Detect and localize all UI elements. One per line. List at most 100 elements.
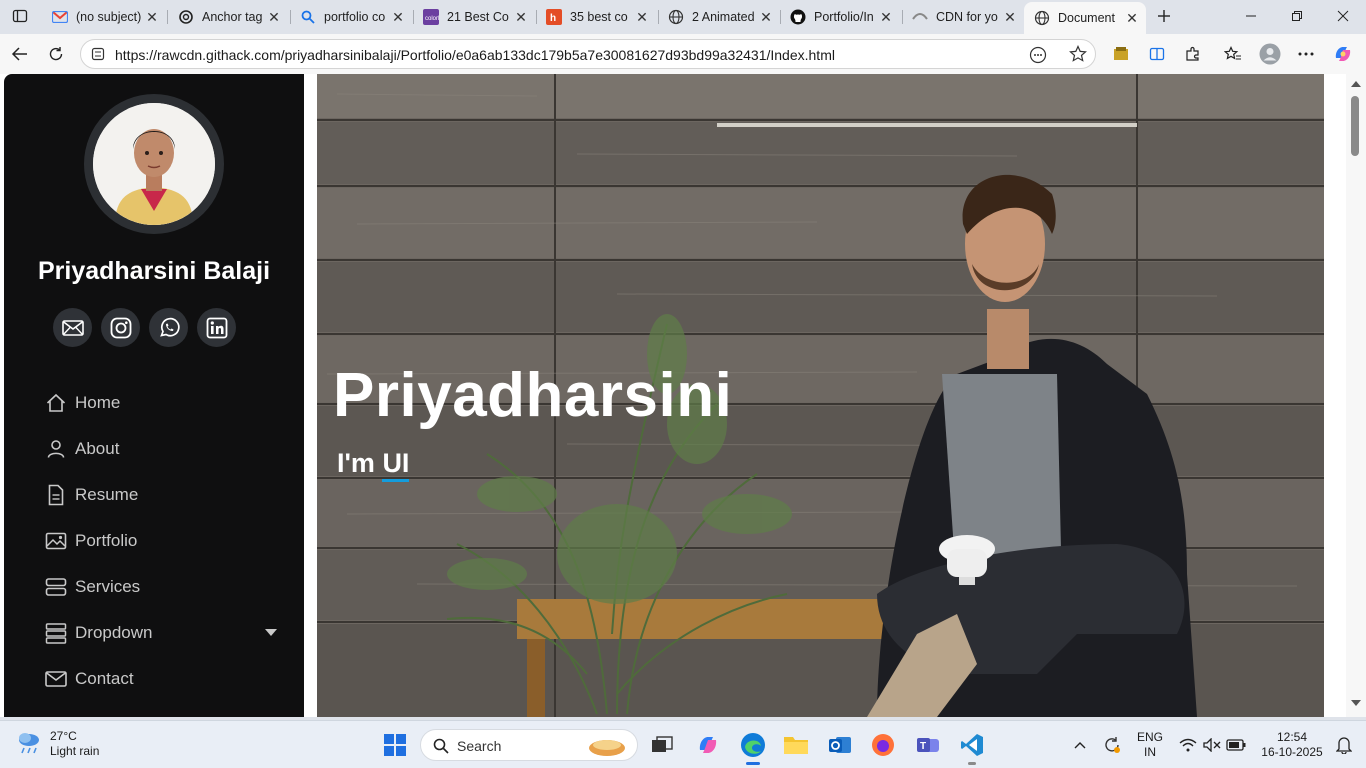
tab-anchor[interactable]: Anchor tag ✕ xyxy=(168,4,288,30)
nav-item-services[interactable]: Services xyxy=(44,564,294,610)
profile-avatar-icon[interactable] xyxy=(1256,42,1284,66)
split-screen-icon[interactable] xyxy=(1143,42,1171,66)
house-icon xyxy=(44,391,68,415)
nav-label: Resume xyxy=(75,485,139,504)
search-icon xyxy=(433,738,449,754)
close-tab-icon[interactable]: ✕ xyxy=(264,9,284,26)
close-tab-icon[interactable]: ✕ xyxy=(1000,9,1020,26)
copilot-taskbar-button[interactable] xyxy=(692,729,724,761)
restore-button[interactable] xyxy=(1274,0,1320,32)
teams-button[interactable]: T xyxy=(912,729,944,761)
tab-cdn[interactable]: CDN for yo ✕ xyxy=(902,4,1024,30)
address-bar[interactable]: https://rawcdn.githack.com/priyadharsini… xyxy=(80,39,1096,69)
whatsapp-link-button[interactable] xyxy=(149,308,188,347)
immersive-reader-icon[interactable] xyxy=(1029,46,1047,69)
tab-colorlib[interactable]: colorlib 21 Best Co ✕ xyxy=(413,4,535,30)
close-tab-icon[interactable]: ✕ xyxy=(511,9,531,26)
firefox-icon xyxy=(872,734,894,756)
tray-overflow-button[interactable] xyxy=(1064,729,1096,761)
linkedin-icon xyxy=(206,317,227,338)
sync-icon xyxy=(1105,737,1120,753)
nav-item-contact[interactable]: Contact xyxy=(44,656,294,702)
html5-icon: h xyxy=(546,9,562,25)
tab-github[interactable]: Portfolio/In ✕ xyxy=(780,4,900,30)
windows-taskbar: 27°C Light rain Search T ENG IN 12:54 16… xyxy=(0,720,1366,768)
svg-text:colorlib: colorlib xyxy=(425,16,439,22)
nav-item-dropdown[interactable]: Dropdown xyxy=(44,610,294,656)
tab-document[interactable]: Document ✕ xyxy=(1024,2,1146,34)
colorlib-icon: colorlib xyxy=(423,9,439,25)
email-link-button[interactable] xyxy=(53,308,92,347)
page-viewport: Priyadharsini Balaji Home About Resume P… xyxy=(0,74,1366,717)
svg-text:h: h xyxy=(550,13,556,24)
lang-top: ENG xyxy=(1136,730,1163,744)
page-scrollbar[interactable] xyxy=(1346,74,1366,717)
scroll-up-arrow-icon[interactable] xyxy=(1351,81,1361,87)
tab-portfolio-search[interactable]: portfolio co ✕ xyxy=(290,4,412,30)
refresh-button[interactable] xyxy=(42,42,70,66)
scrollbar-thumb[interactable] xyxy=(1351,96,1359,156)
firefox-button[interactable] xyxy=(867,729,899,761)
edge-taskbar-button[interactable] xyxy=(737,729,769,765)
notifications-button[interactable] xyxy=(1328,729,1360,761)
nav-label: Home xyxy=(75,393,121,412)
linkedin-link-button[interactable] xyxy=(197,308,236,347)
extensions-puzzle-icon[interactable] xyxy=(1179,42,1207,66)
svg-text:T: T xyxy=(920,741,926,752)
extension-icon[interactable] xyxy=(1107,42,1135,66)
favorites-icon[interactable] xyxy=(1219,42,1247,66)
minimize-button[interactable] xyxy=(1228,0,1274,32)
outlook-button[interactable] xyxy=(824,729,856,761)
tab-title: Document xyxy=(1058,11,1115,25)
file-explorer-button[interactable] xyxy=(780,729,812,761)
battery-tray-button[interactable] xyxy=(1220,729,1252,761)
system-clock[interactable]: 12:54 16-10-2025 xyxy=(1256,730,1328,760)
close-tab-icon[interactable]: ✕ xyxy=(1122,10,1142,27)
taskbar-search[interactable]: Search xyxy=(420,729,638,761)
task-view-button[interactable] xyxy=(646,729,678,761)
gmail-icon xyxy=(52,9,68,25)
tab-title: Portfolio/In xyxy=(814,10,874,24)
settings-more-icon[interactable] xyxy=(1292,42,1320,66)
close-tab-icon[interactable]: ✕ xyxy=(632,9,652,26)
close-tab-icon[interactable]: ✕ xyxy=(876,9,896,26)
copilot-icon[interactable] xyxy=(1329,42,1357,66)
nav-label: Portfolio xyxy=(75,531,138,550)
tab-gmail[interactable]: (no subject) ✕ xyxy=(42,4,166,30)
input-language[interactable]: ENG IN xyxy=(1134,730,1166,760)
envelope-icon xyxy=(61,319,84,336)
cdn-icon xyxy=(912,9,928,25)
clock-time: 12:54 xyxy=(1276,730,1308,744)
tab-title: CDN for yo xyxy=(936,10,998,24)
weather-widget[interactable]: 27°C Light rain xyxy=(16,729,99,759)
instagram-link-button[interactable] xyxy=(101,308,140,347)
tab-animated[interactable]: 2 Animated ✕ xyxy=(658,4,780,30)
nav-item-portfolio[interactable]: Portfolio xyxy=(44,518,294,564)
chatgpt-icon xyxy=(178,9,194,25)
scroll-down-arrow-icon[interactable] xyxy=(1351,700,1361,706)
back-button[interactable] xyxy=(6,42,34,66)
close-window-button[interactable] xyxy=(1320,0,1366,32)
nav-item-home[interactable]: Home xyxy=(44,380,294,426)
new-tab-button[interactable] xyxy=(1150,4,1178,28)
site-info-icon[interactable] xyxy=(91,47,105,66)
nav-item-about[interactable]: About xyxy=(44,426,294,472)
file-icon xyxy=(44,483,68,507)
hero-subtitle: I'm UI xyxy=(337,448,410,482)
teams-icon: T xyxy=(917,738,939,752)
favorite-star-icon[interactable] xyxy=(1069,45,1087,68)
hero-subtitle-prefix: I'm xyxy=(337,448,383,478)
nav-item-resume[interactable]: Resume xyxy=(44,472,294,518)
chevron-down-icon[interactable] xyxy=(265,629,277,636)
copilot-icon xyxy=(699,737,717,753)
close-tab-icon[interactable]: ✕ xyxy=(388,9,408,26)
tab-actions-icon[interactable] xyxy=(6,4,34,28)
sync-tray-button[interactable] xyxy=(1096,729,1128,761)
start-button[interactable] xyxy=(379,729,411,761)
social-links xyxy=(53,308,236,347)
vscode-button[interactable] xyxy=(956,729,988,765)
tab-html5[interactable]: h 35 best co ✕ xyxy=(536,4,656,30)
close-tab-icon[interactable]: ✕ xyxy=(756,9,776,26)
close-tab-icon[interactable]: ✕ xyxy=(142,9,162,26)
images-icon xyxy=(44,529,68,553)
